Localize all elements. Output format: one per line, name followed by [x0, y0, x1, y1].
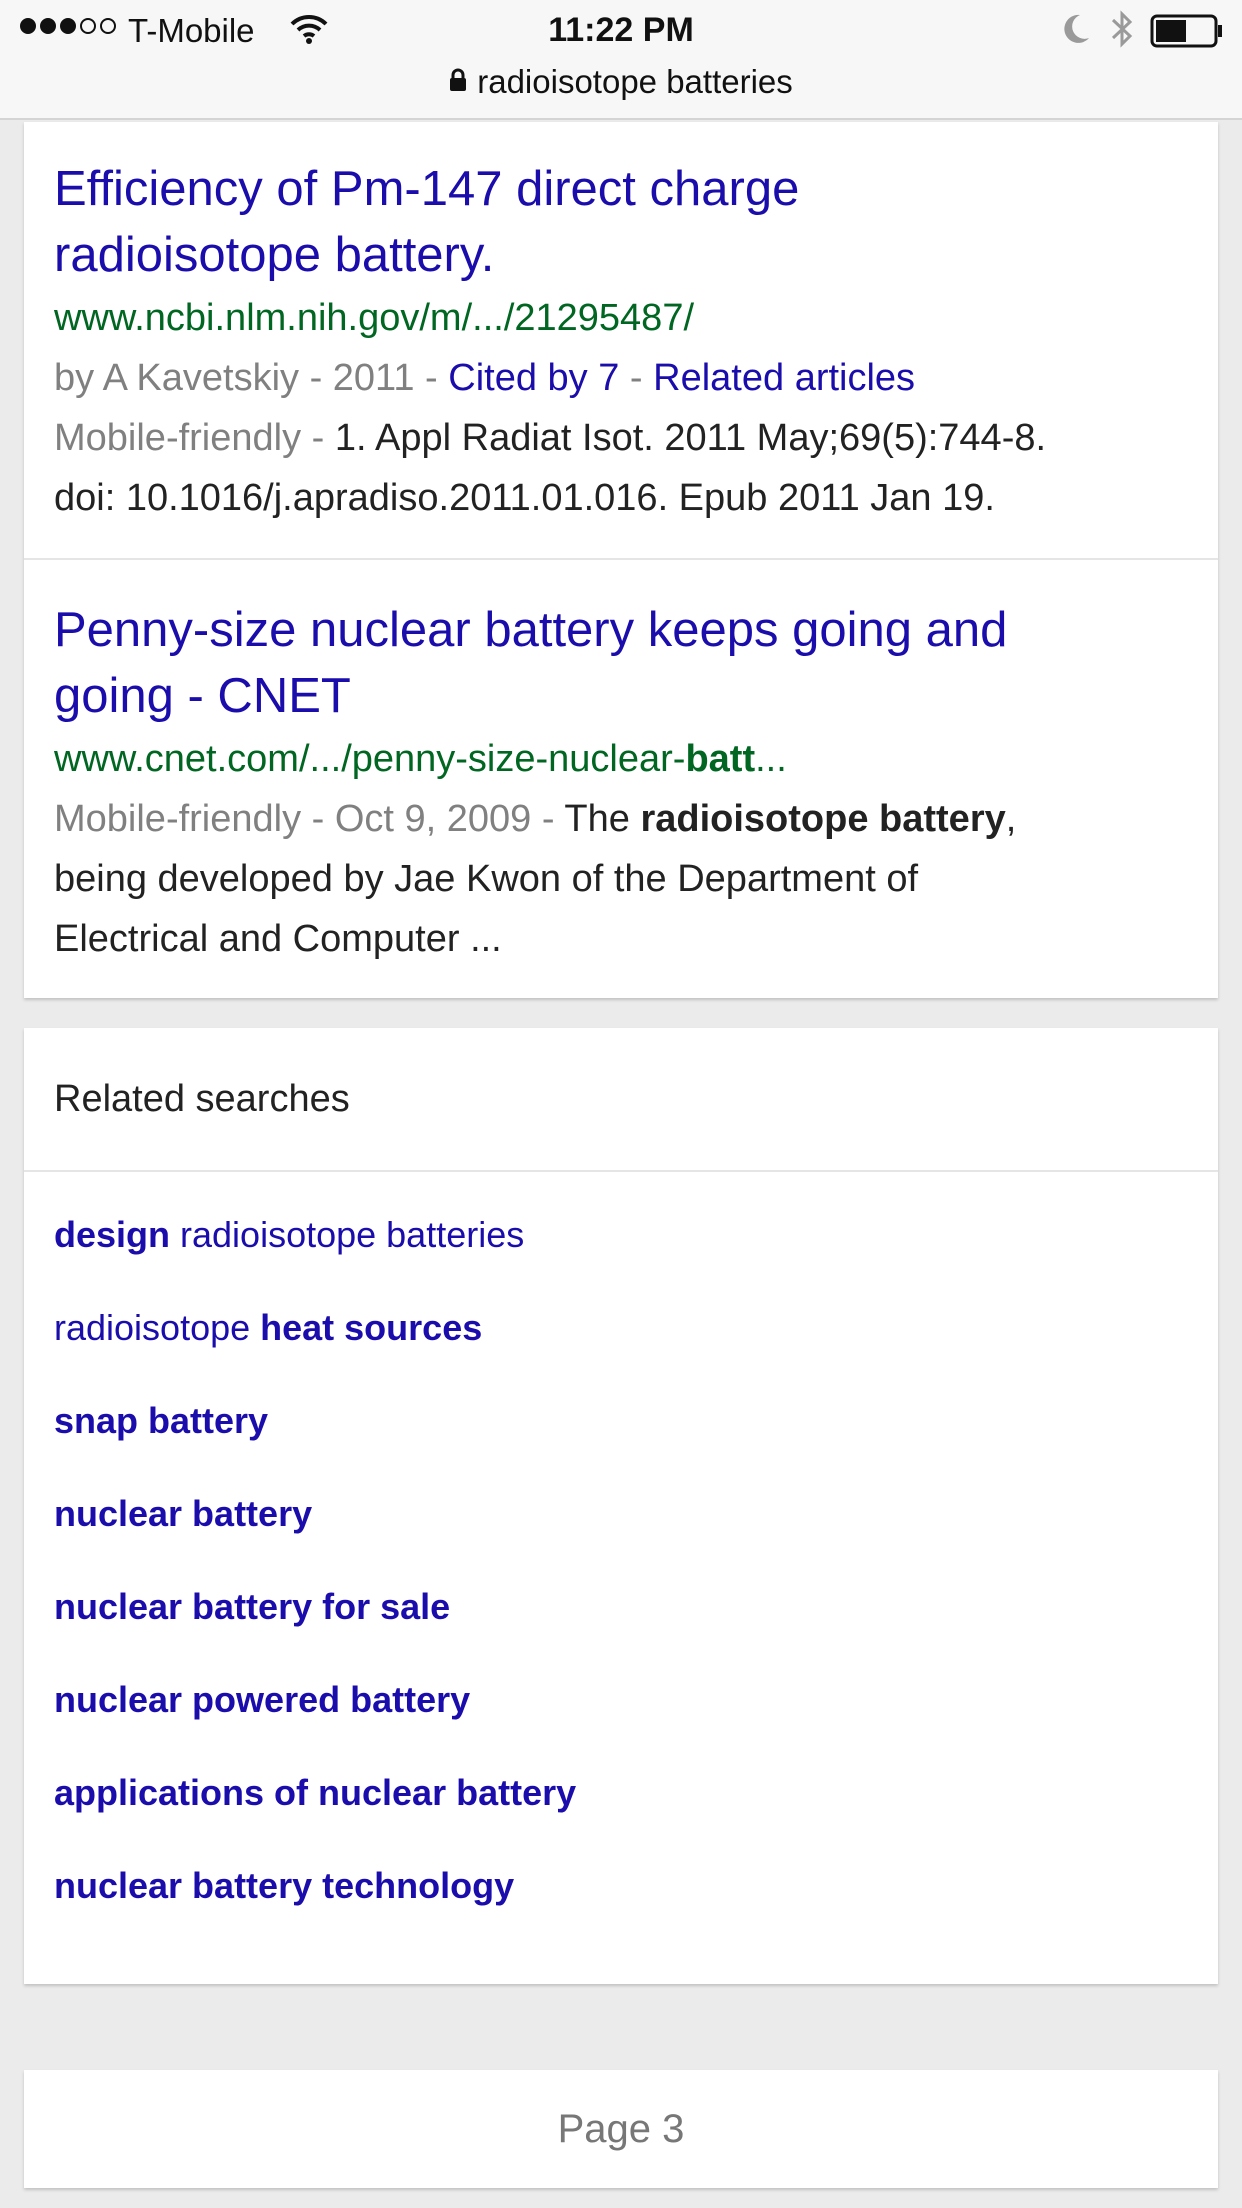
battery-icon: [1150, 14, 1224, 53]
related-search-link[interactable]: snap battery: [54, 1374, 1188, 1467]
cited-by-link[interactable]: Cited by 7: [448, 357, 619, 399]
related-searches-card: Related searches design radioisotope bat…: [24, 1028, 1218, 1984]
browser-top-bar: T-Mobile 11:22 PM radioisotope batteries: [0, 0, 1242, 120]
status-bar: T-Mobile 11:22 PM: [0, 0, 1242, 60]
related-searches-heading: Related searches: [24, 1028, 1218, 1172]
do-not-disturb-moon-icon: [1060, 12, 1092, 51]
bluetooth-icon: [1110, 10, 1134, 53]
related-search-link[interactable]: nuclear battery for sale: [54, 1560, 1188, 1653]
related-search-link[interactable]: nuclear powered battery: [54, 1653, 1188, 1746]
search-results-card: Efficiency of Pm-147 direct charge radio…: [24, 122, 1218, 998]
related-search-link[interactable]: applications of nuclear battery: [54, 1746, 1188, 1839]
result-divider: [24, 558, 1218, 560]
result-meta: by A Kavetskiy - 2011 - Cited by 7 - Rel…: [54, 357, 916, 399]
address-bar-text: radioisotope batteries: [477, 63, 793, 100]
result-snippet: Mobile-friendly - 1. Appl Radiat Isot. 2…: [54, 417, 1047, 519]
related-search-link[interactable]: nuclear battery: [54, 1467, 1188, 1560]
page-number-label: Page 3: [557, 2106, 685, 2151]
related-articles-link[interactable]: Related articles: [653, 357, 915, 399]
related-search-link[interactable]: radioisotope heat sources: [54, 1281, 1188, 1374]
result-snippet: Mobile-friendly - Oct 9, 2009 - The radi…: [54, 798, 1017, 960]
address-bar[interactable]: radioisotope batteries: [0, 60, 1242, 104]
related-search-link[interactable]: design radioisotope batteries: [54, 1188, 1188, 1281]
clock: 11:22 PM: [548, 11, 694, 49]
related-search-link[interactable]: nuclear battery technology: [54, 1839, 1188, 1932]
search-result: Efficiency of Pm-147 direct charge radio…: [24, 156, 1218, 528]
result-url: www.ncbi.nlm.nih.gov/m/.../21295487/: [54, 297, 695, 339]
lock-icon: [449, 68, 467, 97]
related-searches-list: design radioisotope batteries radioisoto…: [24, 1172, 1218, 1932]
result-title-link[interactable]: Penny-size nuclear battery keeps going a…: [54, 597, 1188, 729]
search-result: Penny-size nuclear battery keeps going a…: [24, 597, 1218, 969]
result-title-link[interactable]: Efficiency of Pm-147 direct charge radio…: [54, 156, 1188, 288]
pagination-page-indicator[interactable]: Page 3: [24, 2070, 1218, 2188]
result-url: www.cnet.com/.../penny-size-nuclear-batt…: [54, 738, 787, 780]
